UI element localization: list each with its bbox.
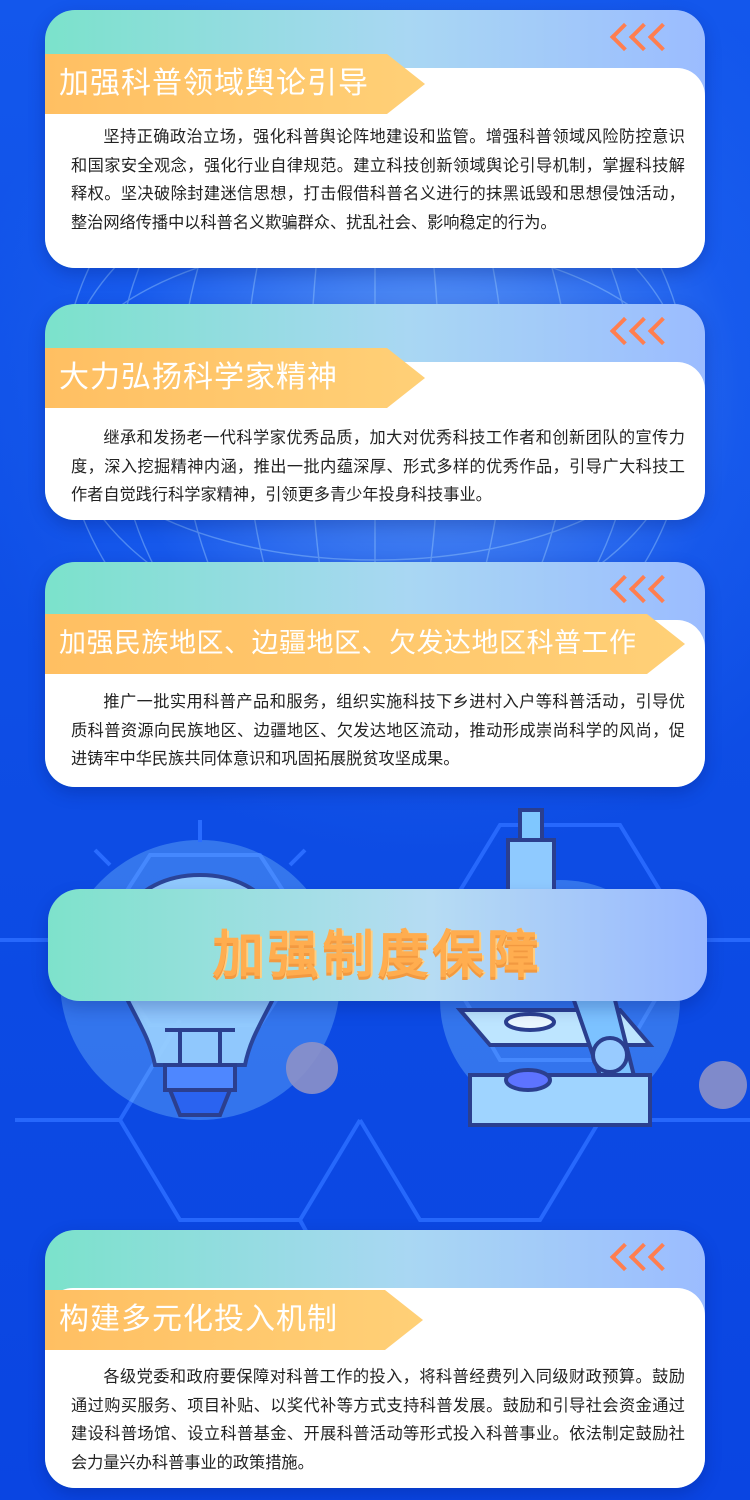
section-title-pill: 构建多元化投入机制 bbox=[45, 1290, 423, 1350]
section-title: 加强民族地区、边疆地区、欠发达地区科普工作 bbox=[59, 628, 637, 659]
section-body-text: 坚持正确政治立场，强化科普舆论阵地建设和监管。增强科普领域风险防控意识和国家安全… bbox=[71, 127, 685, 232]
section-card-3: 加强民族地区、边疆地区、欠发达地区科普工作 推广一批实用科普产品和服务，组织实施… bbox=[45, 562, 705, 787]
section-body-text: 推广一批实用科普产品和服务，组织实施科技下乡进村入户等科普活动，引导优质科普资源… bbox=[71, 692, 685, 768]
section-title-pill: 加强科普领域舆论引导 bbox=[45, 54, 425, 114]
decoration-dot bbox=[699, 1061, 747, 1109]
section-card-1: 加强科普领域舆论引导 坚持正确政治立场，强化科普舆论阵地建设和监管。增强科普领域… bbox=[45, 10, 705, 268]
system-guarantee-banner: 加强制度保障 bbox=[48, 889, 707, 1001]
triple-chevron-left-icon bbox=[605, 1243, 671, 1277]
section-card-2: 大力弘扬科学家精神 继承和发扬老一代科学家优秀品质，加大对优秀科技工作者和创新团… bbox=[45, 304, 705, 520]
section-card-4: 构建多元化投入机制 各级党委和政府要保障对科普工作的投入，将科普经费列入同级财政… bbox=[45, 1230, 705, 1488]
section-title: 加强科普领域舆论引导 bbox=[59, 66, 369, 101]
section-body-text: 各级党委和政府要保障对科普工作的投入，将科普经费列入同级财政预算。鼓励通过购买服… bbox=[71, 1367, 685, 1472]
triple-chevron-left-icon bbox=[605, 575, 671, 609]
triple-chevron-left-icon bbox=[605, 23, 671, 57]
section-title: 大力弘扬科学家精神 bbox=[59, 360, 338, 395]
decoration-dot bbox=[286, 1042, 338, 1094]
section-title: 构建多元化投入机制 bbox=[59, 1302, 338, 1337]
section-title-pill: 加强民族地区、边疆地区、欠发达地区科普工作 bbox=[45, 614, 685, 674]
section-title-pill: 大力弘扬科学家精神 bbox=[45, 348, 425, 408]
section-body-text: 继承和发扬老一代科学家优秀品质，加大对优秀科技工作者和创新团队的宣传力度，深入挖… bbox=[71, 428, 685, 504]
triple-chevron-left-icon bbox=[605, 317, 671, 351]
banner-title: 加强制度保障 bbox=[212, 925, 543, 985]
